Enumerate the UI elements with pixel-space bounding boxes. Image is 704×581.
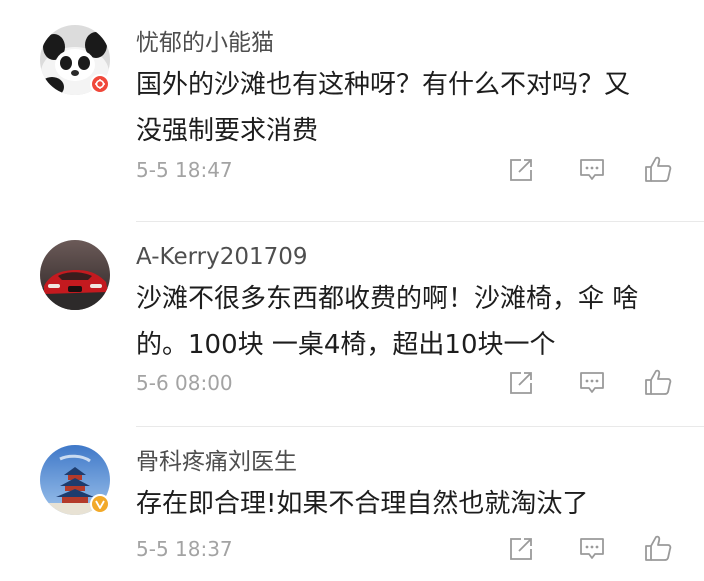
avatar[interactable] [40, 240, 110, 310]
comment-icon[interactable] [575, 532, 609, 566]
timestamp: 5-5 18:47 [136, 158, 233, 182]
comment-text-line: 的。100块 一桌4椅，超出10块一个 [136, 330, 556, 360]
comment-item: 忧郁的小能猫 国外的沙滩也有这种呀？有什么不对吗？又 没强制要求消费 5-5 1… [0, 0, 704, 222]
share-icon[interactable] [504, 153, 538, 187]
comment-text-line: 国外的沙滩也有这种呀？有什么不对吗？又 [136, 70, 631, 100]
comment-text: 存在即合理!如果不合理自然也就淘汰了 [136, 481, 676, 527]
comment-text-line: 没强制要求消费 [136, 116, 319, 146]
like-icon[interactable] [641, 365, 675, 399]
like-icon[interactable] [641, 152, 675, 186]
share-icon[interactable] [504, 366, 538, 400]
comment-text-line: 存在即合理!如果不合理自然也就淘汰了 [136, 489, 589, 519]
share-icon[interactable] [504, 532, 538, 566]
username[interactable]: 骨科疼痛刘医生 [136, 447, 297, 477]
comment-item: 骨科疼痛刘医生 存在即合理!如果不合理自然也就淘汰了 5-5 18:37 [0, 427, 704, 581]
like-icon[interactable] [641, 531, 675, 565]
comment-icon[interactable] [575, 366, 609, 400]
gold-verified-badge-icon [90, 494, 110, 514]
comment-text: 国外的沙滩也有这种呀？有什么不对吗？又 没强制要求消费 [136, 62, 676, 154]
username[interactable]: 忧郁的小能猫 [136, 28, 274, 58]
comment-text-line: 沙滩不很多东西都收费的啊！沙滩椅，伞 啥 [136, 284, 639, 314]
timestamp: 5-6 08:00 [136, 371, 233, 395]
username[interactable]: A-Kerry201709 [136, 242, 308, 272]
comment-icon[interactable] [575, 153, 609, 187]
comment-text: 沙滩不很多东西都收费的啊！沙滩椅，伞 啥 的。100块 一桌4椅，超出10块一个 [136, 276, 676, 368]
red-car-avatar-icon [40, 240, 110, 310]
red-verified-badge-icon [90, 74, 110, 94]
timestamp: 5-5 18:37 [136, 537, 233, 561]
comment-item: A-Kerry201709 沙滩不很多东西都收费的啊！沙滩椅，伞 啥 的。100… [0, 222, 704, 427]
